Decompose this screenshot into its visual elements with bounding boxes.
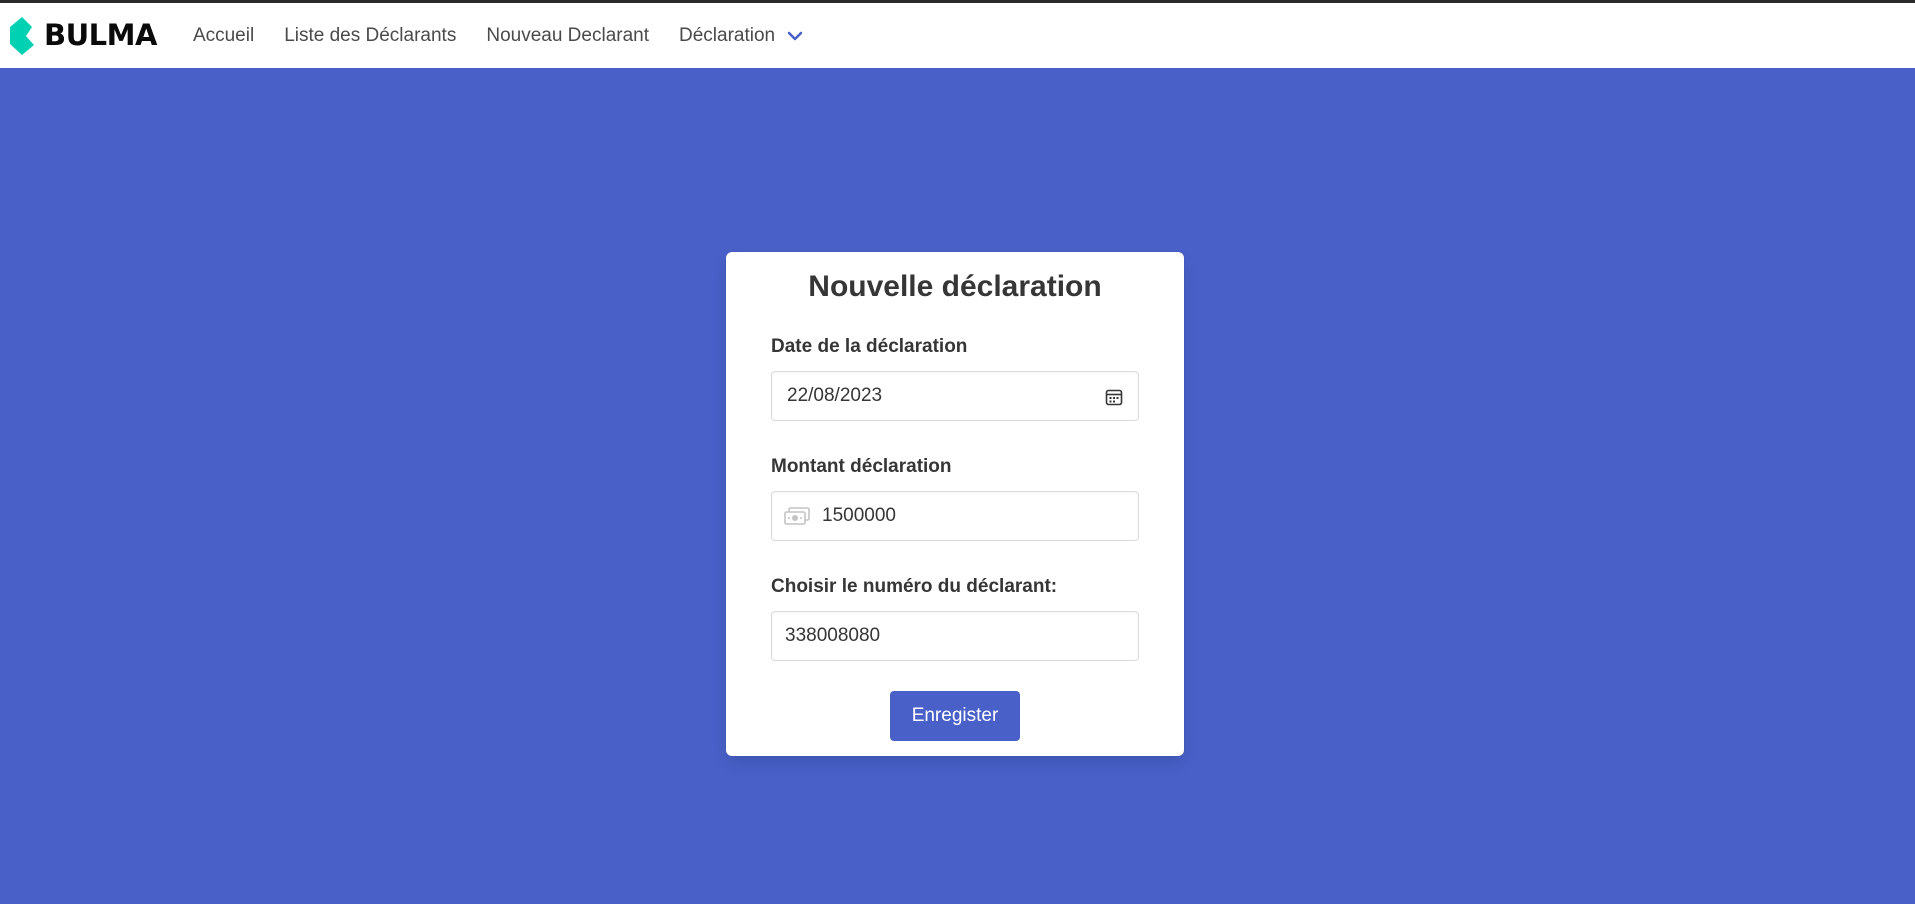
amount-label: Montant déclaration — [771, 456, 952, 477]
money-icon — [784, 507, 810, 525]
amount-value: 1500000 — [822, 505, 896, 526]
nav-item-accueil[interactable]: Accueil — [178, 3, 269, 68]
declarant-label: Choisir le numéro du déclarant: — [771, 576, 1058, 597]
nav-item-nouveau-declarant[interactable]: Nouveau Declarant — [471, 3, 664, 68]
brand-name: BULMA — [44, 18, 157, 52]
date-value: 22/08/2023 — [787, 385, 883, 406]
calendar-icon[interactable] — [1105, 388, 1123, 406]
nav-dropdown-label: Déclaration — [679, 24, 776, 46]
form-title: Nouvelle déclaration — [808, 270, 1102, 303]
bulma-logo-icon — [10, 16, 34, 55]
nav-menu: Accueil Liste des Déclarants Nouveau Dec… — [178, 3, 818, 68]
nav-item-liste-declarants[interactable]: Liste des Déclarants — [269, 3, 471, 68]
amount-input[interactable]: 1500000 — [771, 491, 1139, 541]
declaration-form-card: Nouvelle déclaration Date de la déclarat… — [726, 252, 1184, 756]
chevron-down-icon — [787, 31, 803, 40]
declarant-select[interactable]: 338008080 — [771, 611, 1139, 661]
nav-dropdown-declaration[interactable]: Déclaration — [664, 3, 818, 68]
date-input[interactable]: 22/08/2023 — [771, 371, 1139, 421]
date-label: Date de la déclaration — [771, 336, 968, 357]
navbar: BULMA Accueil Liste des Déclarants Nouve… — [0, 3, 1915, 68]
save-button[interactable]: Enregister — [890, 691, 1020, 741]
declarant-value: 338008080 — [785, 625, 881, 646]
brand-logo[interactable]: BULMA — [10, 3, 157, 68]
